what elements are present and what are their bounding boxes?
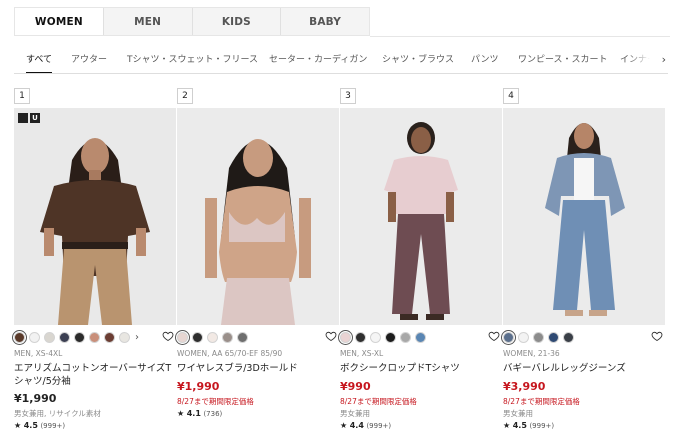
rank-badge: 4 [503,88,519,104]
color-swatches [340,331,426,343]
color-swatch[interactable] [355,331,366,343]
tab-men[interactable]: MEN [104,8,193,35]
product-note: 男女兼用, リサイクル素材 [14,409,101,418]
tab-women[interactable]: WOMEN [15,8,104,35]
color-swatch[interactable] [385,331,396,343]
category-tab-sweaters[interactable]: セーター・カーディガン [269,50,367,73]
product-card[interactable]: 1 U › MEN, XS-4XL エアリズムコットンオーバーサイズTシャツ/5… [14,88,176,436]
rank-badge: 3 [340,88,356,104]
product-name[interactable]: ボクシークロップドTシャツ [340,362,500,375]
product-image[interactable] [340,108,502,325]
product-price: ¥1,990 [14,392,57,405]
heart-icon[interactable] [651,330,663,342]
color-swatch[interactable] [74,331,85,343]
product-name[interactable]: ワイヤレスブラ/3Dホールド [177,362,337,375]
product-image[interactable] [177,108,339,325]
category-tab-all[interactable]: すべて [26,50,53,73]
product-image[interactable]: U [14,108,176,325]
gender-tabs: WOMEN MEN KIDS BABY [14,7,370,36]
product-name[interactable]: バギーバレルレッグジーンズ [503,362,663,375]
product-price: ¥990 [340,380,371,393]
product-meta: WOMEN, 21-36 [503,349,560,358]
color-swatch[interactable] [533,331,544,343]
star-icon: ★ [177,409,185,418]
rank-badge: 1 [14,88,30,104]
color-swatch[interactable] [548,331,559,343]
product-name[interactable]: エアリズムコットンオーバーサイズTシャツ/5分袖 [14,362,174,388]
color-swatch[interactable] [29,331,40,343]
color-swatch[interactable] [104,331,115,343]
heart-icon[interactable] [162,330,174,342]
color-swatch[interactable] [237,331,248,343]
promo-label: 8/27まで期間限定価格 [503,397,580,406]
color-swatch[interactable] [415,331,426,343]
star-icon: ★ [340,421,348,430]
color-swatch[interactable] [14,331,25,343]
color-swatch[interactable] [340,331,351,343]
color-swatch[interactable] [89,331,100,343]
product-rating: ★ 4.5 (999+) [503,421,555,430]
category-tab-shirts[interactable]: シャツ・ブラウス [382,50,454,73]
tab-divider [370,36,670,37]
category-tab-outer[interactable]: アウター [71,50,107,73]
product-price: ¥1,990 [177,380,220,393]
color-swatches [503,331,574,343]
color-swatch[interactable] [59,331,70,343]
product-note: 男女兼用 [503,409,533,418]
color-swatch[interactable] [503,331,514,343]
product-meta: WOMEN, AA 65/70-EF 85/90 [177,349,283,358]
product-rating: ★ 4.5 (999+) [14,421,66,430]
color-swatch[interactable] [192,331,203,343]
tab-baby[interactable]: BABY [281,8,369,35]
color-swatch[interactable] [400,331,411,343]
category-tab-dresses[interactable]: ワンピース・スカート [518,50,608,73]
color-swatch[interactable] [518,331,529,343]
rank-badge: 2 [177,88,193,104]
category-tab-pants[interactable]: パンツ [471,50,498,73]
color-swatch[interactable] [370,331,381,343]
product-rating: ★ 4.1 (736) [177,409,223,418]
chevron-right-icon[interactable]: › [662,53,666,66]
chevron-right-icon[interactable]: › [135,332,139,343]
color-swatch[interactable] [177,331,188,343]
color-swatch[interactable] [44,331,55,343]
tab-kids[interactable]: KIDS [193,8,282,35]
color-swatch[interactable] [119,331,130,343]
star-icon: ★ [14,421,22,430]
product-card[interactable]: 2 WOMEN, AA 65/70-EF 85/90 ワイヤレスブラ/3Dホール… [177,88,339,436]
product-meta: MEN, XS-XL [340,349,384,358]
heart-icon[interactable] [325,330,337,342]
promo-label: 8/27まで期間限定価格 [340,397,417,406]
product-card[interactable]: 3 MEN, XS-XL ボクシークロップドTシャツ ¥990 8/27まで期間… [340,88,502,436]
color-swatch[interactable] [222,331,233,343]
brand-logo-badge: U [18,113,40,123]
category-tabs: すべて アウター Tシャツ・スウェット・フリース セーター・カーディガン シャツ… [14,50,668,74]
product-card[interactable]: 4 WOMEN, 21-36 バギーバレルレッグジーンズ ¥3,990 8/27… [503,88,665,436]
product-meta: MEN, XS-4XL [14,349,63,358]
star-icon: ★ [503,421,511,430]
product-rating: ★ 4.4 (999+) [340,421,392,430]
heart-icon[interactable] [488,330,500,342]
category-tab-tshirts[interactable]: Tシャツ・スウェット・フリース [127,50,258,73]
color-swatches [177,331,248,343]
color-swatch[interactable] [563,331,574,343]
product-price: ¥3,990 [503,380,546,393]
product-note: 男女兼用 [340,409,370,418]
promo-label: 8/27まで期間限定価格 [177,397,254,406]
color-swatch[interactable] [207,331,218,343]
color-swatches: › [14,331,139,343]
product-image[interactable] [503,108,665,325]
